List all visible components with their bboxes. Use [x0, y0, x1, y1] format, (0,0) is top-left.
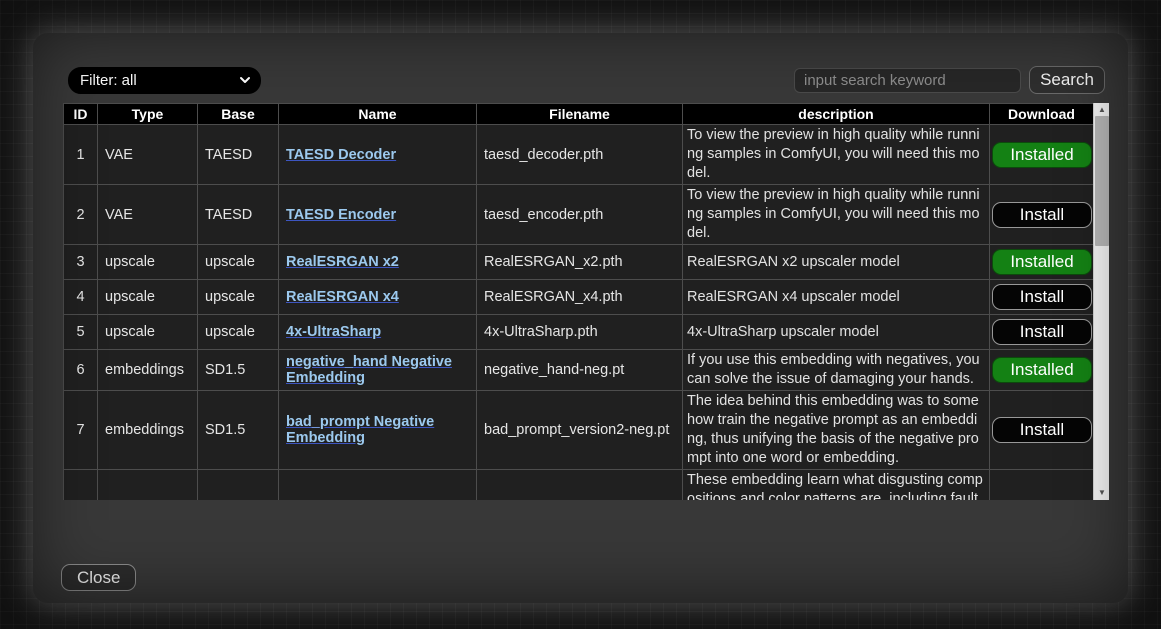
cell-download — [990, 470, 1094, 501]
cell-type — [98, 470, 198, 501]
model-link[interactable]: 4x-UltraSharp — [286, 324, 381, 340]
install-button[interactable]: Install — [992, 319, 1092, 345]
install-button[interactable]: Install — [992, 284, 1092, 310]
cell-id: 5 — [64, 315, 98, 350]
cell-name: RealESRGAN x4 — [279, 280, 477, 315]
cell-base: SD1.5 — [198, 350, 279, 391]
model-link[interactable]: negative_hand Negative Embedding — [286, 354, 452, 386]
cell-filename: taesd_decoder.pth — [477, 125, 683, 185]
col-header-type: Type — [98, 104, 198, 125]
cell-download: Install — [990, 280, 1094, 315]
model-link[interactable]: bad_prompt Negative Embedding — [286, 414, 434, 446]
table-row-partial: These embedding learn what disgusting co… — [64, 470, 1094, 501]
cell-id — [64, 470, 98, 501]
cell-description: To view the preview in high quality whil… — [683, 125, 990, 185]
table-row: 4 upscale upscale RealESRGAN x4 RealESRG… — [64, 280, 1094, 315]
cell-description: RealESRGAN x2 upscaler model — [683, 245, 990, 280]
installed-button[interactable]: Installed — [992, 142, 1092, 168]
col-header-description: description — [683, 104, 990, 125]
table-row: 1 VAE TAESD TAESD Decoder taesd_decoder.… — [64, 125, 1094, 185]
col-header-base: Base — [198, 104, 279, 125]
cell-description: RealESRGAN x4 upscaler model — [683, 280, 990, 315]
cell-name: bad_prompt Negative Embedding — [279, 391, 477, 470]
model-link[interactable]: TAESD Decoder — [286, 147, 396, 163]
search-button[interactable]: Search — [1029, 66, 1105, 94]
cell-filename: taesd_encoder.pth — [477, 185, 683, 245]
col-header-id: ID — [64, 104, 98, 125]
cell-id: 2 — [64, 185, 98, 245]
cell-filename: RealESRGAN_x2.pth — [477, 245, 683, 280]
vertical-scrollbar[interactable]: ▲ ▼ — [1093, 103, 1109, 500]
cell-base: upscale — [198, 280, 279, 315]
cell-name: negative_hand Negative Embedding — [279, 350, 477, 391]
table-row: 6 embeddings SD1.5 negative_hand Negativ… — [64, 350, 1094, 391]
cell-filename — [477, 470, 683, 501]
models-table: ID Type Base Name Filename description D… — [63, 103, 1094, 500]
cell-type: embeddings — [98, 350, 198, 391]
cell-type: VAE — [98, 125, 198, 185]
cell-type: VAE — [98, 185, 198, 245]
cell-description: These embedding learn what disgusting co… — [683, 470, 990, 501]
installed-button[interactable]: Installed — [992, 249, 1092, 275]
filter-dropdown[interactable]: Filter: all — [68, 67, 261, 94]
col-header-download: Download — [990, 104, 1094, 125]
cell-id: 7 — [64, 391, 98, 470]
cell-description: If you use this embedding with negatives… — [683, 350, 990, 391]
cell-type: upscale — [98, 245, 198, 280]
cell-id: 6 — [64, 350, 98, 391]
model-link[interactable]: RealESRGAN x2 — [286, 254, 399, 270]
col-header-name: Name — [279, 104, 477, 125]
table-row: 2 VAE TAESD TAESD Encoder taesd_encoder.… — [64, 185, 1094, 245]
install-button[interactable]: Install — [992, 202, 1092, 228]
model-link[interactable]: RealESRGAN x4 — [286, 289, 399, 305]
cell-base: TAESD — [198, 125, 279, 185]
cell-type: embeddings — [98, 391, 198, 470]
filter-dropdown-wrap: Filter: all — [68, 67, 261, 94]
cell-name: RealESRGAN x2 — [279, 245, 477, 280]
cell-filename: negative_hand-neg.pt — [477, 350, 683, 391]
install-button[interactable]: Install — [992, 417, 1092, 443]
cell-id: 1 — [64, 125, 98, 185]
cell-filename: 4x-UltraSharp.pth — [477, 315, 683, 350]
scrollbar-up-arrow-icon[interactable]: ▲ — [1094, 103, 1109, 117]
cell-description: 4x-UltraSharp upscaler model — [683, 315, 990, 350]
cell-name: TAESD Decoder — [279, 125, 477, 185]
cell-filename: bad_prompt_version2-neg.pt — [477, 391, 683, 470]
search-input[interactable] — [794, 68, 1021, 93]
scrollbar-thumb[interactable] — [1095, 116, 1109, 246]
cell-id: 3 — [64, 245, 98, 280]
cell-type: upscale — [98, 280, 198, 315]
table-header-row: ID Type Base Name Filename description D… — [64, 104, 1094, 125]
model-link[interactable]: TAESD Encoder — [286, 207, 396, 223]
cell-base: upscale — [198, 315, 279, 350]
cell-download: Install — [990, 315, 1094, 350]
cell-download: Installed — [990, 125, 1094, 185]
cell-id: 4 — [64, 280, 98, 315]
scrollbar-down-arrow-icon[interactable]: ▼ — [1094, 486, 1109, 500]
table-row: 7 embeddings SD1.5 bad_prompt Negative E… — [64, 391, 1094, 470]
cell-base — [198, 470, 279, 501]
cell-name: TAESD Encoder — [279, 185, 477, 245]
table-row: 5 upscale upscale 4x-UltraSharp 4x-Ultra… — [64, 315, 1094, 350]
cell-base: SD1.5 — [198, 391, 279, 470]
table-row: 3 upscale upscale RealESRGAN x2 RealESRG… — [64, 245, 1094, 280]
close-button[interactable]: Close — [61, 564, 136, 591]
cell-description: The idea behind this embedding was to so… — [683, 391, 990, 470]
cell-download: Installed — [990, 245, 1094, 280]
models-table-container: ID Type Base Name Filename description D… — [63, 103, 1109, 500]
cell-description: To view the preview in high quality whil… — [683, 185, 990, 245]
cell-download: Installed — [990, 350, 1094, 391]
installed-button[interactable]: Installed — [992, 357, 1092, 383]
install-models-dialog: Filter: all Search ID Type Base Name Fil… — [33, 33, 1128, 603]
cell-name: 4x-UltraSharp — [279, 315, 477, 350]
cell-download: Install — [990, 185, 1094, 245]
cell-type: upscale — [98, 315, 198, 350]
col-header-filename: Filename — [477, 104, 683, 125]
cell-download: Install — [990, 391, 1094, 470]
cell-filename: RealESRGAN_x4.pth — [477, 280, 683, 315]
cell-name — [279, 470, 477, 501]
cell-base: TAESD — [198, 185, 279, 245]
cell-base: upscale — [198, 245, 279, 280]
